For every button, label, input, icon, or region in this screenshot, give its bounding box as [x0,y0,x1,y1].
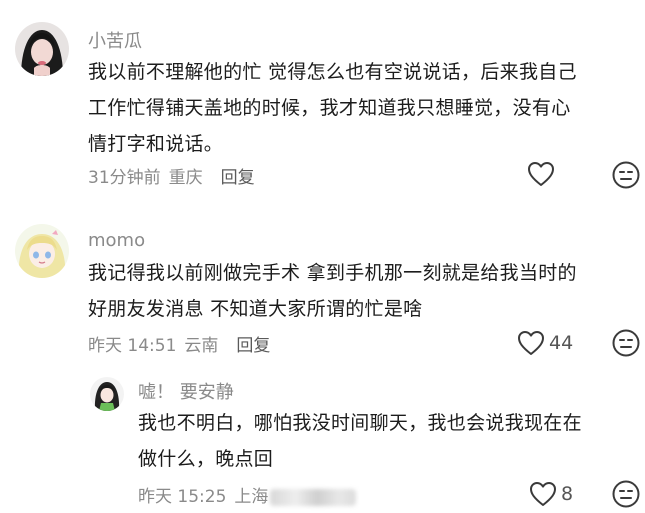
dislike-button[interactable] [611,328,641,358]
comment-meta: 昨天 15:25 上海 [138,482,364,507]
comment-meta: 昨天 14:51 云南 回复 [88,331,278,356]
reply-comment: 嘘！ 要安静 我也不明白，哪怕我没时间聊天，我也会说我现在在 做什么，晚点回 昨… [0,365,645,513]
comment-text-line: 好朋友发消息 不知道大家所谓的忙是啥 [88,298,423,320]
like-count: 44 [549,332,574,354]
like-button[interactable]: 8 [529,479,573,509]
blurred-text [270,488,357,506]
username[interactable]: 嘘！ 要安静 [138,378,234,404]
comment-location: 云南 [184,336,219,356]
comment-time: 昨天 15:25 [138,487,227,507]
avatar[interactable] [15,224,69,278]
meh-face-icon [612,161,640,189]
comment-text-line: 工作忙得铺天盖地的时候，我才知道我只想睡觉，没有心 [88,97,571,119]
comment-text: 我记得我以前刚做完手术 拿到手机那一刻就是给我当时的 好朋友发消息 不知道大家所… [88,255,577,327]
meh-face-icon [612,329,640,357]
comment-2: momo 我记得我以前刚做完手术 拿到手机那一刻就是给我当时的 好朋友发消息 不… [0,200,645,365]
comment-meta: 31分钟前 重庆 回复 [88,163,263,188]
comment-text-line: 我记得我以前刚做完手术 拿到手机那一刻就是给我当时的 [88,262,577,284]
heart-outline-icon [518,331,544,355]
comment-text-line: 情打字和说话。 [88,133,224,155]
dislike-button[interactable] [611,479,641,509]
meh-face-icon [612,480,640,508]
comment-text: 我也不明白，哪怕我没时间聊天，我也会说我现在在 做什么，晚点回 [138,405,582,477]
like-button[interactable] [527,159,559,189]
reply-button[interactable]: 回复 [236,336,270,356]
comment-time: 31分钟前 [88,168,161,188]
comment-text-line: 我以前不理解他的忙 觉得怎么也有空说说话，后来我自己 [88,61,577,83]
dislike-button[interactable] [611,160,641,190]
heart-outline-icon [528,162,554,186]
comment-time: 昨天 14:51 [88,336,177,356]
reply-button[interactable]: 回复 [221,168,255,188]
avatar[interactable] [90,377,124,411]
like-count: 8 [561,483,574,505]
comment-text-line: 做什么，晚点回 [138,448,274,470]
comment-text-line: 我也不明白，哪怕我没时间聊天，我也会说我现在在 [138,412,582,434]
comment-text: 我以前不理解他的忙 觉得怎么也有空说说话，后来我自己 工作忙得铺天盖地的时候，我… [88,54,577,162]
username[interactable]: momo [88,230,145,251]
like-button[interactable]: 44 [517,328,573,358]
username[interactable]: 小苦瓜 [88,27,142,53]
comment-location: 重庆 [168,168,203,188]
avatar[interactable] [15,22,69,76]
comment-location: 上海 [234,487,269,507]
comment-1: 小苦瓜 我以前不理解他的忙 觉得怎么也有空说说话，后来我自己 工作忙得铺天盖地的… [0,0,645,200]
heart-outline-icon [530,482,556,506]
